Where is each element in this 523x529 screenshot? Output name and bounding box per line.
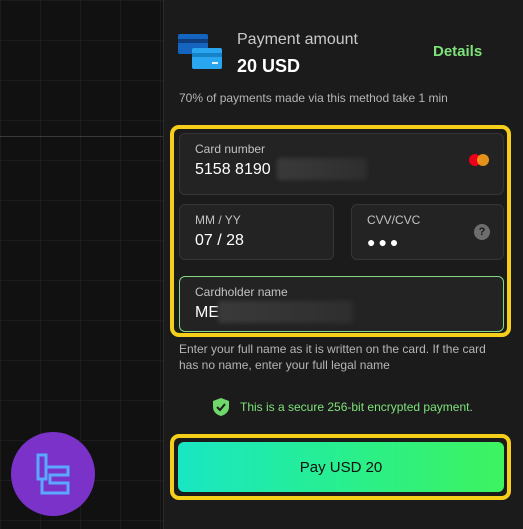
broker-logo-icon — [11, 432, 95, 516]
payment-panel: Payment amount 20 USD Details 70% of pay… — [164, 0, 523, 529]
details-link[interactable]: Details — [433, 43, 482, 60]
payment-amount-value: 20 USD — [237, 56, 301, 76]
secure-payment-notice: This is a secure 256-bit encrypted payme… — [212, 397, 473, 417]
payment-amount-label: Payment amount — [237, 31, 358, 48]
cardholder-hint: Enter your full name as it is written on… — [179, 342, 486, 372]
credit-card-icon — [178, 34, 222, 69]
secure-payment-text: This is a secure 256-bit encrypted payme… — [240, 400, 473, 414]
horizontal-divider-line — [0, 136, 164, 137]
pay-button[interactable]: Pay USD 20 — [178, 442, 504, 492]
card-form-highlight — [170, 125, 511, 337]
processing-time-note: 70% of payments made via this method tak… — [179, 91, 448, 105]
shield-check-icon — [213, 398, 229, 416]
